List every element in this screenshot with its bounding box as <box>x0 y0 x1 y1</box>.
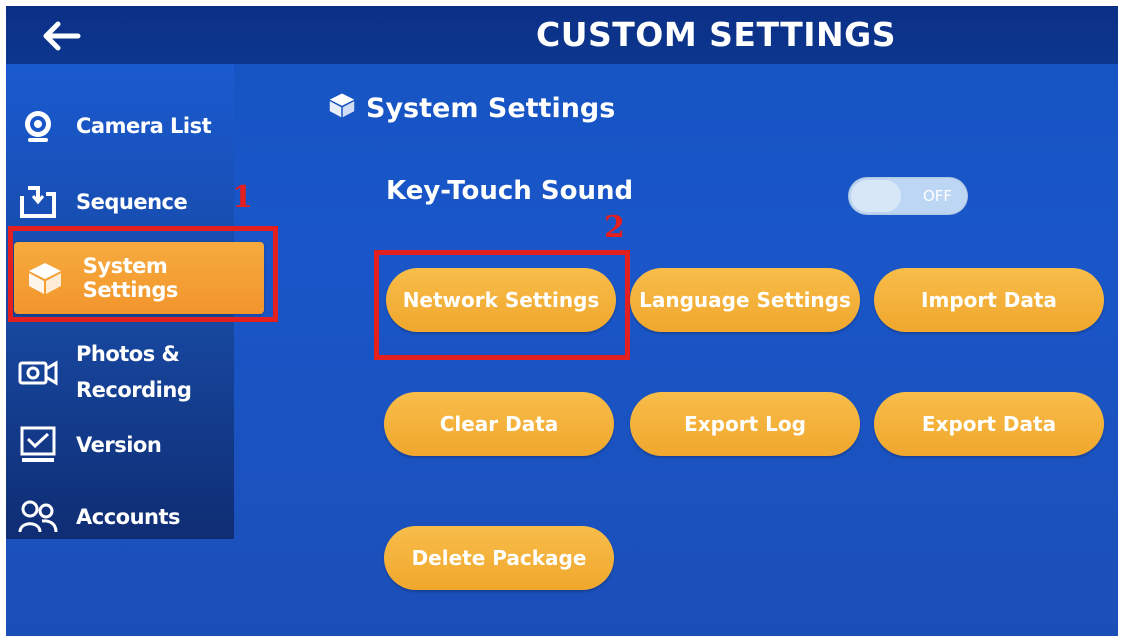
highlight-box-step-1 <box>8 226 278 322</box>
sidebar-item-label: Recording <box>76 378 192 402</box>
sidebar-item-label: Sequence <box>76 190 188 214</box>
sidebar-item-sequence[interactable]: Sequence <box>6 176 234 228</box>
cycle-icon <box>16 182 60 222</box>
sidebar-item-label: Version <box>76 433 162 457</box>
video-camera-icon <box>16 352 60 392</box>
section-title: System Settings <box>328 92 615 125</box>
delete-package-button[interactable]: Delete Package <box>384 526 614 590</box>
import-data-button[interactable]: Import Data <box>874 268 1104 332</box>
sidebar-item-photos-recording[interactable]: Photos & Recording <box>6 334 234 410</box>
sidebar-item-label: Camera List <box>76 114 212 138</box>
page-title: CUSTOM SETTINGS <box>535 15 896 54</box>
sidebar-item-accounts[interactable]: Accounts <box>6 492 234 542</box>
back-button[interactable] <box>36 16 86 56</box>
section-title-text: System Settings <box>366 93 616 124</box>
cube-icon <box>328 92 356 125</box>
sidebar-item-label-group: Photos & Recording <box>76 336 192 408</box>
step-number-1: 1 <box>232 180 253 215</box>
network-settings-button[interactable]: Network Settings <box>386 268 616 332</box>
language-settings-button[interactable]: Language Settings <box>630 268 860 332</box>
key-touch-sound-toggle[interactable]: OFF <box>848 177 968 215</box>
sidebar-item-label: Photos & <box>76 342 180 366</box>
version-monitor-icon <box>16 425 60 465</box>
webcam-icon <box>16 106 60 146</box>
key-touch-sound-label: Key-Touch Sound <box>386 176 634 206</box>
clear-data-button[interactable]: Clear Data <box>384 392 614 456</box>
users-icon <box>16 497 60 537</box>
title-bar: CUSTOM SETTINGS <box>6 6 1118 64</box>
arrow-left-icon <box>43 21 81 51</box>
toggle-state-text: OFF <box>922 187 952 205</box>
sidebar-item-version[interactable]: Version <box>6 418 234 472</box>
sidebar-item-label: Accounts <box>76 505 181 529</box>
step-number-2: 2 <box>604 210 625 245</box>
export-data-button[interactable]: Export Data <box>874 392 1104 456</box>
export-log-button[interactable]: Export Log <box>630 392 860 456</box>
toggle-knob <box>851 180 901 212</box>
device-screen: CUSTOM SETTINGS Camera List Sequence Sys… <box>6 6 1118 636</box>
sidebar-item-camera-list[interactable]: Camera List <box>6 100 234 152</box>
